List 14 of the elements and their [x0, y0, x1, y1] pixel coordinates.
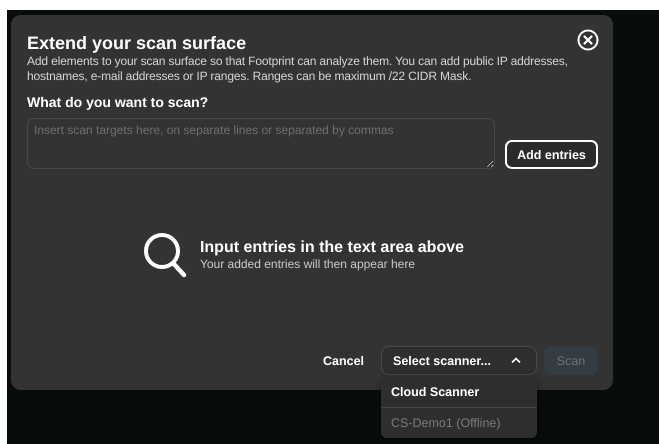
dialog-description: Add elements to your scan surface so that Footprint can analyze them. You can add public IP addresses, hostnames, e-mail addresses or IP ranges. Ranges can be maximum /22 CIDR Mask. — [27, 54, 569, 84]
close-icon — [577, 29, 599, 51]
dialog-title: Extend your scan surface — [27, 33, 246, 54]
cancel-button[interactable]: Cancel — [323, 354, 374, 368]
caret-icon — [511, 357, 521, 364]
scanner-option[interactable]: Cloud Scanner — [381, 377, 537, 407]
field-label: What do you want to scan? — [27, 94, 210, 110]
search-icon — [142, 231, 188, 279]
scanner-select[interactable]: Select scanner... — [381, 346, 537, 375]
add-entries-button[interactable]: Add entries — [505, 140, 598, 169]
empty-state-subtitle: Your added entries will then appear here — [200, 257, 416, 271]
targets-field[interactable]: Insert scan targets here, on separate lines or separated by commas — [27, 118, 495, 169]
empty-state-title: Input entries in the text area above — [200, 239, 464, 257]
close-button[interactable] — [577, 29, 599, 51]
